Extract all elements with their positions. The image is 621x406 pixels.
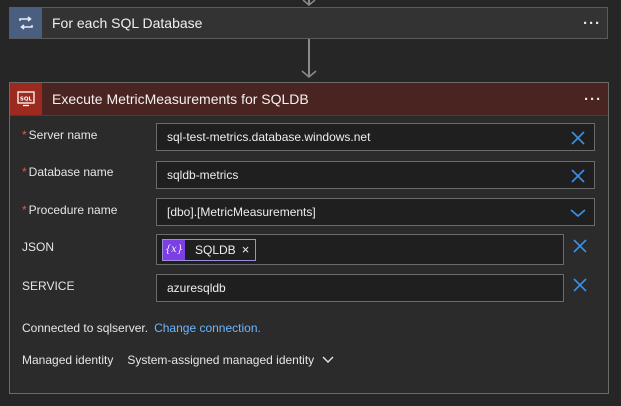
- service-value: azuresqldb: [167, 281, 226, 295]
- database-name-field[interactable]: sqldb-metrics: [156, 161, 595, 189]
- sql-action-title: Execute MetricMeasurements for SQLDB: [52, 91, 309, 107]
- procedure-name-label: * Procedure name: [22, 203, 117, 217]
- sqldb-token[interactable]: {x} SQLDB ×: [162, 238, 257, 261]
- connection-text: Connected to sqlserver.: [22, 321, 149, 335]
- clear-json-icon[interactable]: [572, 238, 588, 254]
- expression-variable-icon: {x}: [163, 239, 185, 260]
- svg-text:SQL: SQL: [20, 97, 33, 103]
- token-label: SQLDB: [195, 242, 236, 257]
- service-field[interactable]: azuresqldb: [156, 274, 564, 302]
- procedure-name-dropdown[interactable]: [dbo].[MetricMeasurements]: [156, 198, 595, 226]
- sql-database-icon: SQL: [10, 83, 42, 115]
- foreach-title: For each SQL Database: [52, 15, 203, 31]
- required-asterisk: *: [22, 128, 27, 142]
- procedure-name-label-text: Procedure name: [28, 203, 118, 217]
- server-name-field[interactable]: sql-test-metrics.database.windows.net: [156, 123, 595, 151]
- procedure-name-value: [dbo].[MetricMeasurements]: [167, 205, 316, 219]
- json-label: JSON: [22, 240, 55, 254]
- connector-arrow-top: [302, 0, 316, 6]
- managed-identity-row: Managed identity System-assigned managed…: [22, 353, 334, 367]
- database-name-label-text: Database name: [28, 165, 114, 179]
- clear-server-name-icon[interactable]: [570, 130, 586, 146]
- foreach-more-options-icon[interactable]: ···: [577, 15, 607, 32]
- connection-status: Connected to sqlserver. Change connection…: [22, 321, 261, 335]
- clear-database-name-icon[interactable]: [570, 168, 586, 184]
- database-name-label: * Database name: [22, 165, 113, 179]
- required-asterisk: *: [22, 203, 27, 217]
- chevron-down-icon[interactable]: [569, 208, 587, 218]
- service-label: SERVICE: [22, 279, 75, 293]
- foreach-loop-icon: [10, 8, 42, 38]
- server-name-value: sql-test-metrics.database.windows.net: [167, 130, 371, 144]
- sql-more-options-icon[interactable]: ···: [578, 91, 608, 108]
- server-name-label: * Server name: [22, 128, 97, 142]
- required-asterisk: *: [22, 165, 27, 179]
- remove-token-icon[interactable]: ×: [242, 242, 256, 257]
- sql-action-card: SQL Execute MetricMeasurements for SQLDB…: [9, 82, 609, 394]
- managed-identity-value: System-assigned managed identity: [127, 353, 315, 367]
- sql-action-header[interactable]: SQL Execute MetricMeasurements for SQLDB…: [10, 83, 608, 116]
- clear-service-icon[interactable]: [572, 277, 588, 293]
- chevron-down-icon: [322, 356, 334, 363]
- change-connection-link[interactable]: Change connection.: [154, 321, 261, 335]
- server-name-label-text: Server name: [28, 128, 98, 142]
- managed-identity-label: Managed identity: [22, 353, 114, 367]
- foreach-action-card[interactable]: For each SQL Database ···: [9, 7, 608, 39]
- connector-arrow-middle: [301, 70, 317, 79]
- json-field[interactable]: {x} SQLDB ×: [156, 234, 564, 265]
- designer-canvas: For each SQL Database ··· SQL Execute Me…: [0, 0, 621, 406]
- managed-identity-dropdown[interactable]: System-assigned managed identity: [127, 353, 334, 367]
- database-name-value: sqldb-metrics: [167, 168, 239, 182]
